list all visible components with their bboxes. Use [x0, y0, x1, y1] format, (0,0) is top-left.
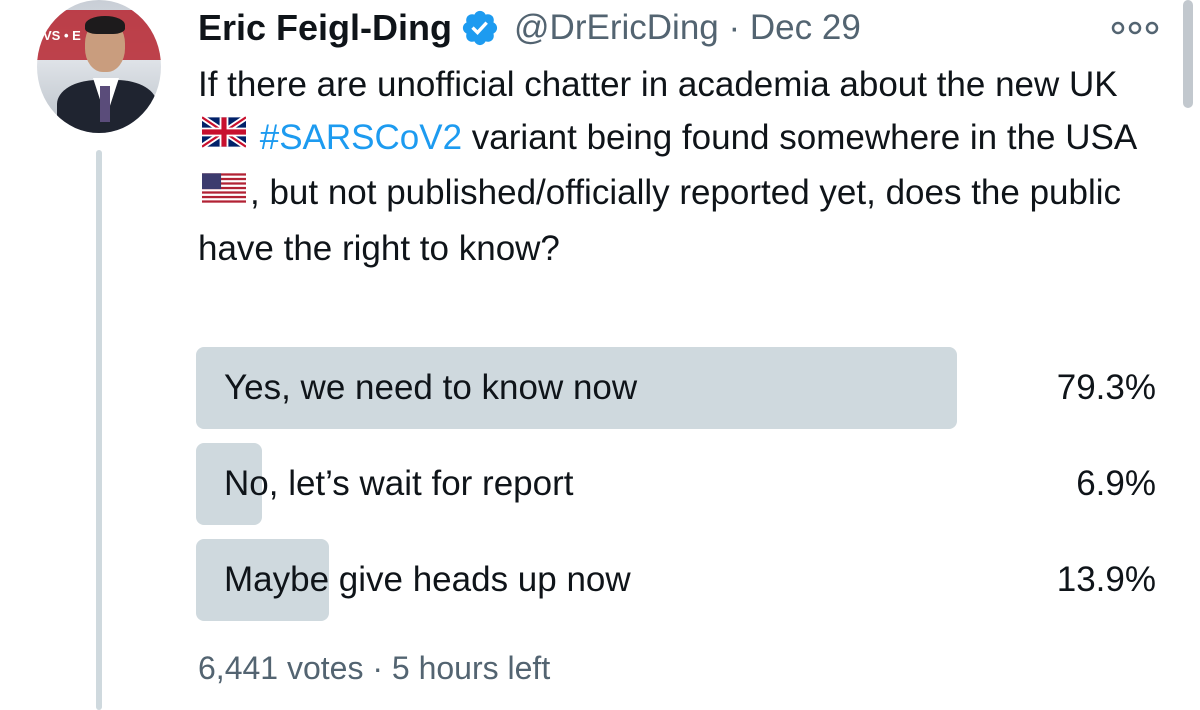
author-handle[interactable]: @DrEricDing · Dec 29 — [514, 8, 861, 48]
poll-option-label: Yes, we need to know now — [224, 368, 638, 407]
tweet-header: Eric Feigl-Ding @DrEricDing · Dec 29 — [198, 2, 861, 54]
header-separator: · — [728, 8, 741, 47]
avatar[interactable]: VS • E — [37, 0, 161, 133]
us-flag-icon — [202, 166, 246, 219]
author-name[interactable]: Eric Feigl-Ding — [198, 7, 452, 49]
poll-option-percent: 13.9% — [1056, 560, 1156, 599]
poll-time-left: 5 hours left — [391, 650, 551, 686]
poll-vote-count: 6,441 votes — [198, 650, 364, 686]
thread-connector-line — [96, 150, 102, 710]
poll-option[interactable]: Yes, we need to know now 79.3% — [196, 347, 1156, 429]
poll-option-percent: 79.3% — [1056, 368, 1156, 407]
uk-flag-icon — [200, 110, 248, 163]
poll-meta: 6,441 votes · 5 hours left — [198, 650, 550, 687]
poll-meta-separator: · — [372, 650, 383, 686]
poll-option[interactable]: No, let’s wait for report 6.9% — [196, 443, 1156, 525]
verified-badge-icon — [460, 8, 500, 48]
tweet-body: If there are unofficial chatter in acade… — [198, 65, 1138, 268]
poll-option[interactable]: Maybe give heads up now 13.9% — [196, 539, 1156, 621]
scrollbar[interactable] — [1183, 0, 1193, 108]
tweet-date[interactable]: Dec 29 — [750, 8, 861, 47]
poll-option-label: No, let’s wait for report — [224, 464, 574, 503]
poll-option-percent: 6.9% — [1076, 464, 1156, 503]
more-options-icon[interactable] — [1110, 16, 1160, 40]
hashtag-link[interactable]: #SARSCoV2 — [260, 118, 462, 157]
poll-option-label: Maybe give heads up now — [224, 560, 631, 599]
